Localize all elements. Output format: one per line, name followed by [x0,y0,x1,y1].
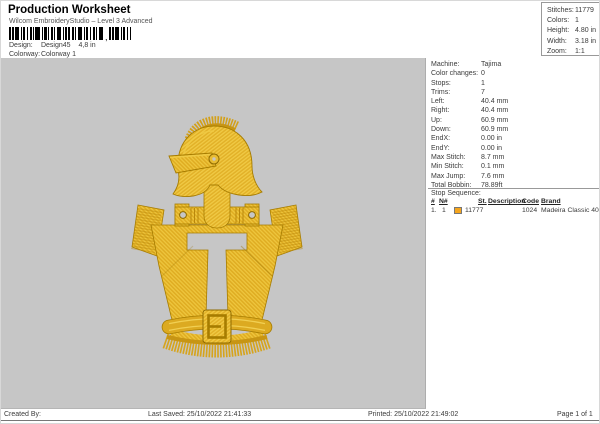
app-subtitle: Wilcom EmbroideryStudio – Level 3 Advanc… [9,18,153,25]
machine-row-label: Up: [431,116,442,124]
machine-row-label: Right: [431,107,450,115]
machine-row-value: Tajima [481,61,502,68]
machine-row: Color changes: 0 [431,69,599,78]
stat-value: 4.80 in [575,27,597,35]
col-header-code: Code [522,198,539,205]
machine-row: Machine: Tajima [431,60,599,69]
machine-row-label: Left: [431,98,445,106]
stop-sequence-divider [428,188,599,189]
embroidery-design-knight [131,116,303,358]
machine-row-value: 60.9 mm [481,126,509,134]
page-title: Production Worksheet [8,4,131,16]
machine-row-value: 0.00 in [481,144,503,152]
stat-label: Width: [547,37,567,45]
barcode-bars-left [9,27,104,40]
stat-label: Stitches: [547,7,574,14]
machine-row-label: EndX: [431,135,451,143]
machine-row-label: Down: [431,126,451,134]
stat-value: 11779 [575,7,594,14]
machine-row-value: 40.4 mm [481,98,509,106]
machine-row: Left: 40.4 mm [431,97,599,106]
stop-sequence-title: Stop Sequence: [431,190,481,197]
machine-row: Trims: 7 [431,88,599,97]
machine-row-value: 60.9 mm [481,116,509,124]
footer-divider [1,420,599,421]
machine-row-label: Min Stitch: [431,163,464,171]
footer-last-saved: Last Saved: 25/10/2022 21:41:33 [148,411,252,418]
machine-row-value: 1 [481,79,485,87]
machine-row: Max Jump: 7.6 mm [431,172,599,181]
col-header-num: # [431,198,435,205]
machine-row-value: 0 [481,70,485,78]
barcode-bars-right [108,27,131,40]
thread-color-swatch [454,207,462,214]
machine-row-value: 0.1 mm [481,163,505,171]
machine-row: Up: 60.9 mm [431,116,599,125]
footer-printed: Printed: 25/10/2022 21:49:02 [368,411,459,418]
stat-row: Zoom: 1:1 [547,47,599,57]
machine-row: EndX: 0.00 in [431,134,599,143]
machine-row-label: EndY: [431,144,450,152]
stat-row: Height: 4.80 in [547,26,599,36]
stat-label: Height: [547,27,570,35]
machine-row-label: Machine: [431,61,460,68]
stop-row-brand: Madeira Classic 40 [541,207,599,214]
machine-row-label: Color changes: [431,70,479,78]
machine-row-value: 7.6 mm [481,172,505,180]
stat-label: Colors: [547,17,570,25]
stat-value: 1:1 [575,47,585,55]
machine-row-label: Stops: [431,79,451,87]
machine-row: Min Stitch: 0.1 mm [431,162,599,171]
stat-label: Zoom: [547,47,567,55]
machine-row-value: 0.00 in [481,135,503,143]
machine-row-value: 7 [481,88,485,96]
barcode-separator: , [105,32,108,42]
stat-value: 1 [575,17,579,25]
design-row: Design: Design45 4,8 in [9,42,96,50]
production-worksheet-page: Production Worksheet Wilcom EmbroiderySt… [0,0,600,424]
col-header-stitches: St. [478,198,487,205]
stat-row: Width: 3.18 in [547,37,599,47]
stop-row-code: 1024 [522,207,538,214]
stop-row-needle: 1 [442,207,446,214]
design-stats-box: Stitches:11779 Colors: 1 Height: 4.80 in W… [541,2,599,57]
machine-row: Max Stitch: 8.7 mm [431,153,599,162]
footer-page-number: Page 1 of 1 [557,411,593,418]
colorway-value: Colorway 1 [40,51,76,58]
machine-row-label: Max Jump: [431,172,466,180]
design-label: Design: [9,42,33,49]
design-size: 4,8 in [78,42,96,49]
machine-row: EndY: 0.00 in [431,144,599,153]
machine-row-label: Trims: [431,88,451,96]
col-header-brand: Brand [541,198,561,205]
stop-row-num: 1. [431,207,437,214]
machine-details-panel: Machine: Tajima Color changes: 0 Stops: 1 T… [431,60,599,190]
col-header-description: Description [488,198,526,205]
stat-row: Colors: 1 [547,16,599,26]
stop-row-stitches: 11777 [465,207,484,214]
machine-row: Right: 40.4 mm [431,106,599,115]
design-preview-canvas [1,58,426,409]
machine-row-value: 40.4 mm [481,107,509,115]
footer-created-by: Created By: [4,411,41,418]
design-name: Design45 [40,42,71,49]
col-header-needle: N# [439,198,448,205]
barcode: , [9,27,131,42]
stat-value: 3.18 in [575,37,597,45]
machine-row: Down: 60.9 mm [431,125,599,134]
machine-row-label: Max Stitch: [431,153,466,161]
machine-row-value: 8.7 mm [481,153,505,161]
machine-row: Stops: 1 [431,79,599,88]
stat-row: Stitches:11779 [547,6,599,16]
